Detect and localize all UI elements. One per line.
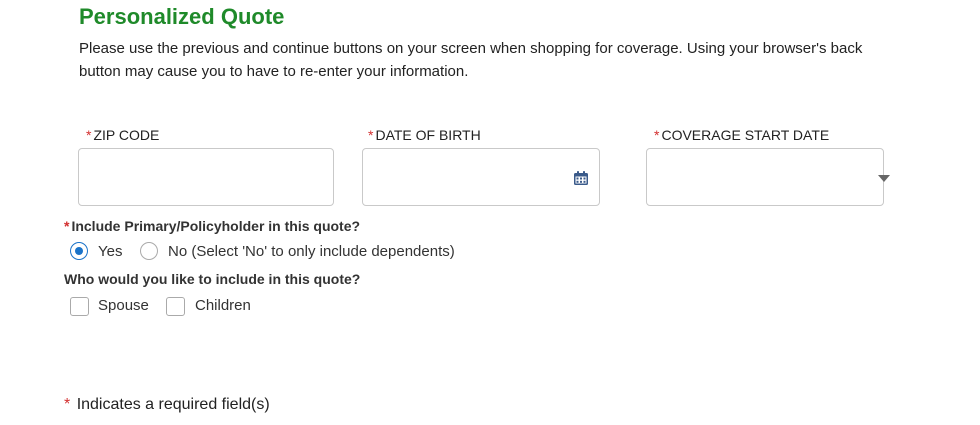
- date-of-birth-input[interactable]: [363, 149, 599, 205]
- primary-no-label[interactable]: No (Select 'No' to only include dependen…: [168, 243, 455, 260]
- date-of-birth-field[interactable]: [362, 148, 600, 206]
- children-checkbox[interactable]: [166, 297, 185, 316]
- required-marker: *: [368, 127, 374, 143]
- personalized-quote-page: Personalized Quote Please use the previo…: [0, 0, 980, 425]
- zip-code-label: * ZIP CODE: [86, 127, 160, 143]
- primary-question-label: * Include Primary/Policyholder in this qu…: [64, 218, 361, 234]
- primary-yes-radio[interactable]: [70, 242, 88, 260]
- calendar-icon[interactable]: [573, 170, 589, 186]
- required-marker: *: [86, 127, 92, 143]
- zip-code-field[interactable]: [78, 148, 334, 206]
- zip-code-input[interactable]: [79, 149, 333, 205]
- intro-text: Please use the previous and continue but…: [79, 40, 863, 80]
- primary-no-radio[interactable]: [140, 242, 158, 260]
- page-title: Personalized Quote: [79, 4, 285, 29]
- spouse-label[interactable]: Spouse: [98, 297, 149, 314]
- include-question-label: Who would you like to include in this qu…: [64, 271, 361, 287]
- chevron-down-icon[interactable]: [878, 175, 890, 182]
- coverage-start-date-label: * COVERAGE START DATE: [654, 127, 830, 143]
- required-marker: *: [654, 127, 660, 143]
- coverage-start-date-select[interactable]: [646, 148, 890, 206]
- primary-yes-label[interactable]: Yes: [98, 243, 122, 260]
- children-label[interactable]: Children: [195, 297, 251, 314]
- required-marker: *: [64, 396, 71, 413]
- required-field-note: * Indicates a required field(s): [64, 396, 270, 413]
- date-of-birth-label: * DATE OF BIRTH: [368, 127, 481, 143]
- required-marker: *: [64, 218, 70, 234]
- spouse-checkbox[interactable]: [70, 297, 89, 316]
